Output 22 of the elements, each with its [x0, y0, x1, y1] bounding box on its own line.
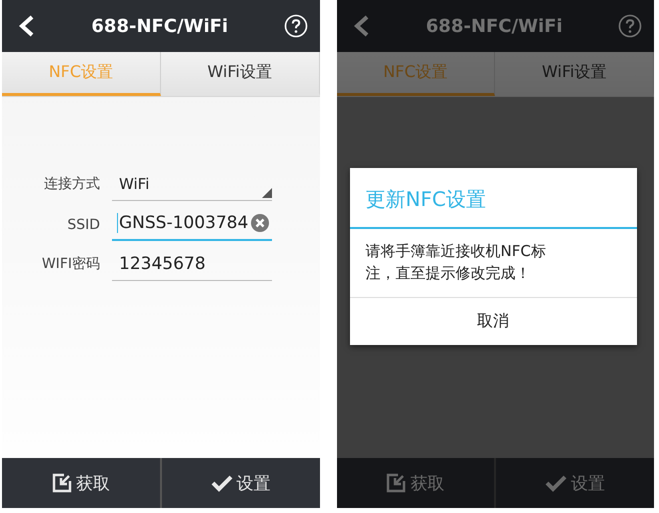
dropdown-icon — [262, 188, 272, 198]
set-button[interactable]: 设置 — [160, 458, 320, 508]
dialog-title: 更新NFC设置 — [350, 168, 636, 229]
back-icon[interactable] — [18, 15, 36, 37]
field-label: 连接方式 — [43, 175, 100, 194]
field-label: SSID — [66, 217, 100, 235]
dialog-message: 请将手簿靠近接收机NFC标注，直至提示修改完成！ — [364, 241, 547, 284]
dropdown-field[interactable]: WiFi — [112, 168, 272, 201]
screen-title: 688-NFC/WiFi — [91, 16, 228, 36]
import-icon — [52, 473, 72, 493]
check-icon — [210, 474, 233, 492]
input-field[interactable]: 12345678 — [112, 248, 272, 281]
cancel-button[interactable]: 取消 — [350, 296, 636, 344]
help-icon[interactable] — [284, 14, 308, 38]
field-label: WIFI密码 — [40, 255, 100, 274]
import-icon — [386, 473, 406, 493]
tab[interactable]: WiFi设置 — [160, 52, 320, 96]
check-icon — [545, 474, 568, 492]
fetch-button[interactable]: 获取 — [2, 458, 160, 508]
clear-icon[interactable] — [250, 213, 270, 233]
input-field[interactable]: GNSS-1003784 — [112, 207, 272, 241]
screen-title: 688-NFC/WiFi — [426, 16, 563, 36]
